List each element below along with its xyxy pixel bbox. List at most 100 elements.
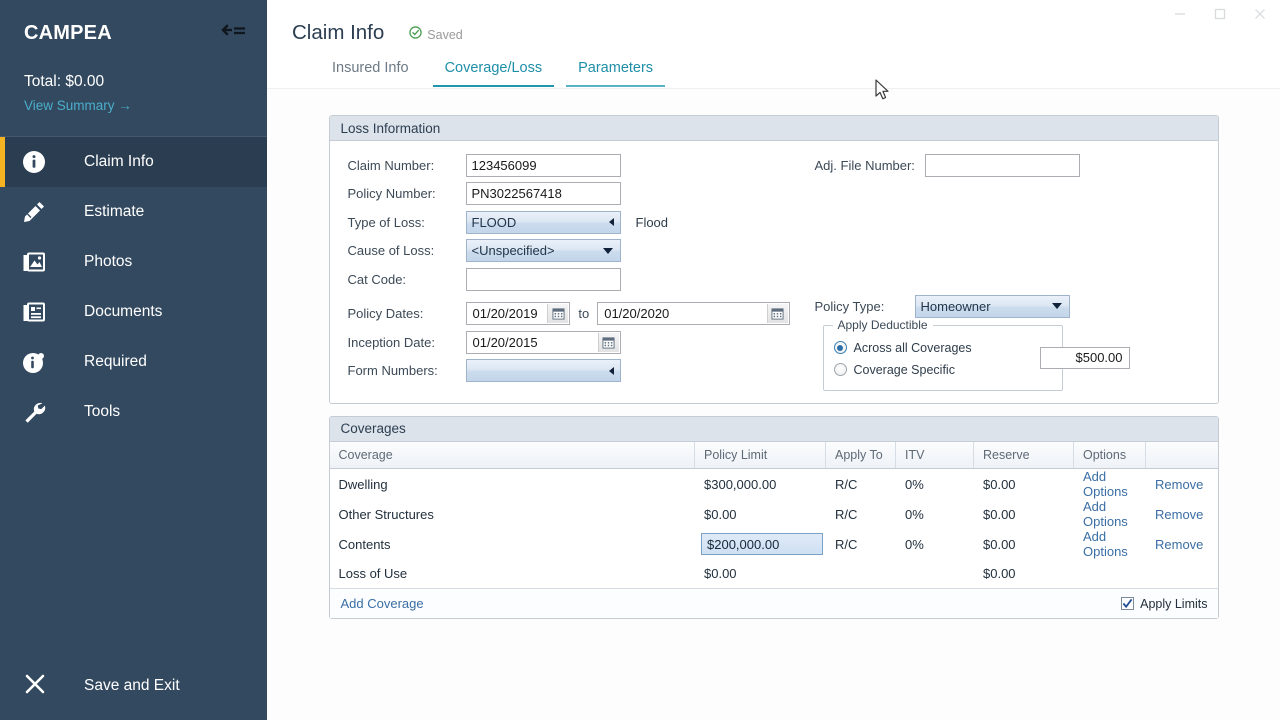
sidebar-item-claim-info[interactable]: Claim Info bbox=[0, 137, 267, 187]
calendar-icon[interactable] bbox=[597, 332, 619, 352]
policy-number-input[interactable] bbox=[465, 182, 621, 206]
policy-type-value: Homeowner bbox=[920, 298, 991, 314]
cell-policy-limit[interactable]: $0.00 bbox=[695, 499, 826, 529]
field-adj-file-number: Adj. File Number: bbox=[815, 151, 1218, 180]
status-badge: Saved bbox=[409, 26, 463, 44]
deductible-amount-input[interactable]: $500.00 bbox=[1039, 346, 1130, 369]
policy-type-label: Policy Type: bbox=[814, 298, 885, 314]
sidebar-item-label: Claim Info bbox=[84, 153, 154, 170]
cell-coverage: Loss of Use bbox=[338, 566, 408, 581]
cause-of-loss-dropdown[interactable]: <Unspecified> bbox=[465, 239, 621, 263]
add-options-link[interactable]: Add Options bbox=[1083, 499, 1128, 529]
column-header-coverage[interactable]: Coverage bbox=[329, 441, 695, 469]
minimize-icon[interactable] bbox=[1160, 1, 1200, 27]
page-header: Claim Info Saved Insured Info Coverage/L… bbox=[267, 0, 1280, 88]
policy-limit-edit-input[interactable]: $200,000.00 bbox=[701, 533, 823, 555]
sidebar-item-documents[interactable]: Documents bbox=[0, 287, 267, 337]
sidebar-item-label: Photos bbox=[84, 253, 133, 270]
close-icon[interactable] bbox=[1240, 1, 1280, 27]
collapse-sidebar-icon[interactable] bbox=[221, 24, 247, 46]
sidebar-item-label: Tools bbox=[84, 403, 121, 420]
radio-button-icon[interactable] bbox=[833, 363, 847, 376]
loss-information-title: Loss Information bbox=[329, 116, 1218, 141]
cell-policy-limit[interactable]: $300,000.00 bbox=[695, 469, 826, 500]
apply-deductible-legend: Apply Deductible bbox=[832, 317, 933, 332]
field-cat-code: Cat Code: bbox=[348, 265, 790, 294]
tab-coverage-loss[interactable]: Coverage/Loss bbox=[427, 59, 561, 87]
type-of-loss-dropdown[interactable]: FLOOD bbox=[465, 210, 621, 234]
cell-apply-to bbox=[826, 559, 896, 588]
remove-link[interactable]: Remove bbox=[1155, 537, 1203, 552]
field-cause-of-loss: Cause of Loss: <Unspecified> bbox=[348, 237, 790, 266]
tab-insured-info[interactable]: Insured Info bbox=[314, 59, 427, 87]
photos-icon bbox=[22, 250, 58, 274]
column-header-options[interactable]: Options bbox=[1073, 441, 1146, 469]
check-circle-icon bbox=[409, 26, 423, 44]
table-row[interactable]: Dwelling $300,000.00 R/C 0% $0.00 Add Op… bbox=[329, 468, 1218, 500]
column-header-actions bbox=[1145, 441, 1218, 469]
radio-coverage-specific[interactable]: Coverage Specific bbox=[833, 359, 1052, 381]
caret-left-icon bbox=[608, 366, 614, 375]
radio-button-selected-icon[interactable] bbox=[833, 341, 847, 354]
field-policy-dates: Policy Dates: 01/20/2019 to 01/20/2020 bbox=[348, 300, 790, 329]
add-options-link[interactable]: Add Options bbox=[1083, 529, 1128, 559]
view-summary-link[interactable]: View Summary → bbox=[24, 97, 243, 115]
column-header-itv[interactable]: ITV bbox=[895, 441, 974, 469]
field-claim-number: Claim Number: bbox=[348, 151, 790, 180]
add-coverage-link[interactable]: Add Coverage bbox=[341, 596, 424, 611]
table-row[interactable]: Contents $200,000.00 R/C 0% $0.00 Add Op… bbox=[329, 529, 1218, 559]
cell-coverage: Dwelling bbox=[338, 476, 388, 492]
sidebar: CAMPEA Total: $0.00 View Summary → Claim… bbox=[0, 0, 267, 720]
claim-number-input[interactable] bbox=[465, 153, 621, 177]
column-header-apply-to[interactable]: Apply To bbox=[825, 441, 896, 469]
remove-link[interactable]: Remove bbox=[1155, 477, 1203, 492]
table-row[interactable]: Loss of Use $0.00 $0.00 bbox=[329, 559, 1218, 588]
form-numbers-label: Form Numbers: bbox=[347, 363, 438, 379]
remove-link[interactable]: Remove bbox=[1155, 507, 1203, 522]
column-header-policy-limit[interactable]: Policy Limit bbox=[694, 441, 826, 469]
cat-code-input[interactable] bbox=[465, 267, 621, 291]
total-amount: Total: $0.00 bbox=[24, 73, 105, 90]
main-content: Claim Info Saved Insured Info Coverage/L… bbox=[267, 0, 1280, 720]
cell-itv: 0% bbox=[905, 536, 924, 552]
sidebar-item-photos[interactable]: Photos bbox=[0, 237, 267, 287]
table-row[interactable]: Other Structures $0.00 R/C 0% $0.00 Add … bbox=[329, 499, 1218, 529]
maximize-icon[interactable] bbox=[1200, 1, 1240, 27]
apply-limits-checkbox[interactable] bbox=[1121, 597, 1135, 610]
policy-dates-label: Policy Dates: bbox=[347, 306, 424, 322]
inception-date-input[interactable]: 01/20/2015 bbox=[465, 330, 621, 354]
coverages-title: Coverages bbox=[329, 416, 1218, 442]
cell-policy-limit[interactable]: $0.00 bbox=[695, 559, 826, 588]
cell-reserve: $0.00 bbox=[983, 506, 1016, 522]
cell-apply-to: R/C bbox=[835, 476, 858, 492]
sidebar-item-label: Required bbox=[84, 353, 147, 370]
policy-type-dropdown[interactable]: Homeowner bbox=[914, 294, 1070, 318]
policy-date-to-input[interactable]: 01/20/2020 bbox=[597, 302, 790, 326]
apply-limits-control[interactable]: Apply Limits bbox=[1121, 596, 1208, 611]
sidebar-item-required[interactable]: Required bbox=[0, 337, 267, 387]
form-numbers-dropdown[interactable] bbox=[465, 359, 621, 383]
column-header-reserve[interactable]: Reserve bbox=[973, 441, 1074, 469]
radio-across-all-coverages-label: Across all Coverages bbox=[853, 340, 972, 355]
add-options-link[interactable]: Add Options bbox=[1083, 469, 1128, 499]
loss-info-right-column: Adj. File Number: Policy Type: Homeowner bbox=[790, 151, 1218, 391]
apply-limits-label: Apply Limits bbox=[1140, 596, 1208, 611]
sidebar-item-estimate[interactable]: Estimate bbox=[0, 187, 267, 237]
save-and-exit-button[interactable]: Save and Exit bbox=[0, 652, 267, 720]
pencil-ruler-icon bbox=[22, 200, 58, 224]
sidebar-item-tools[interactable]: Tools bbox=[0, 387, 267, 437]
adj-file-number-input[interactable] bbox=[924, 153, 1080, 177]
policy-date-from-value: 01/20/2019 bbox=[472, 306, 538, 322]
coverages-panel: Coverages Coverage Policy Limit Apply To bbox=[328, 415, 1219, 619]
cell-itv bbox=[896, 559, 974, 588]
radio-across-all-coverages[interactable]: Across all Coverages bbox=[833, 337, 1052, 359]
policy-date-from-input[interactable]: 01/20/2019 bbox=[465, 302, 571, 326]
status-badge-label: Saved bbox=[427, 28, 463, 42]
tab-parameters[interactable]: Parameters bbox=[560, 59, 671, 87]
calendar-icon[interactable] bbox=[547, 304, 569, 324]
info-required-icon bbox=[22, 350, 58, 374]
sidebar-nav: Claim Info Estimate Photos Documents Req… bbox=[0, 137, 267, 437]
inception-date-value: 01/20/2015 bbox=[472, 334, 538, 350]
calendar-icon[interactable] bbox=[766, 304, 788, 324]
claim-number-label: Claim Number: bbox=[347, 157, 435, 173]
